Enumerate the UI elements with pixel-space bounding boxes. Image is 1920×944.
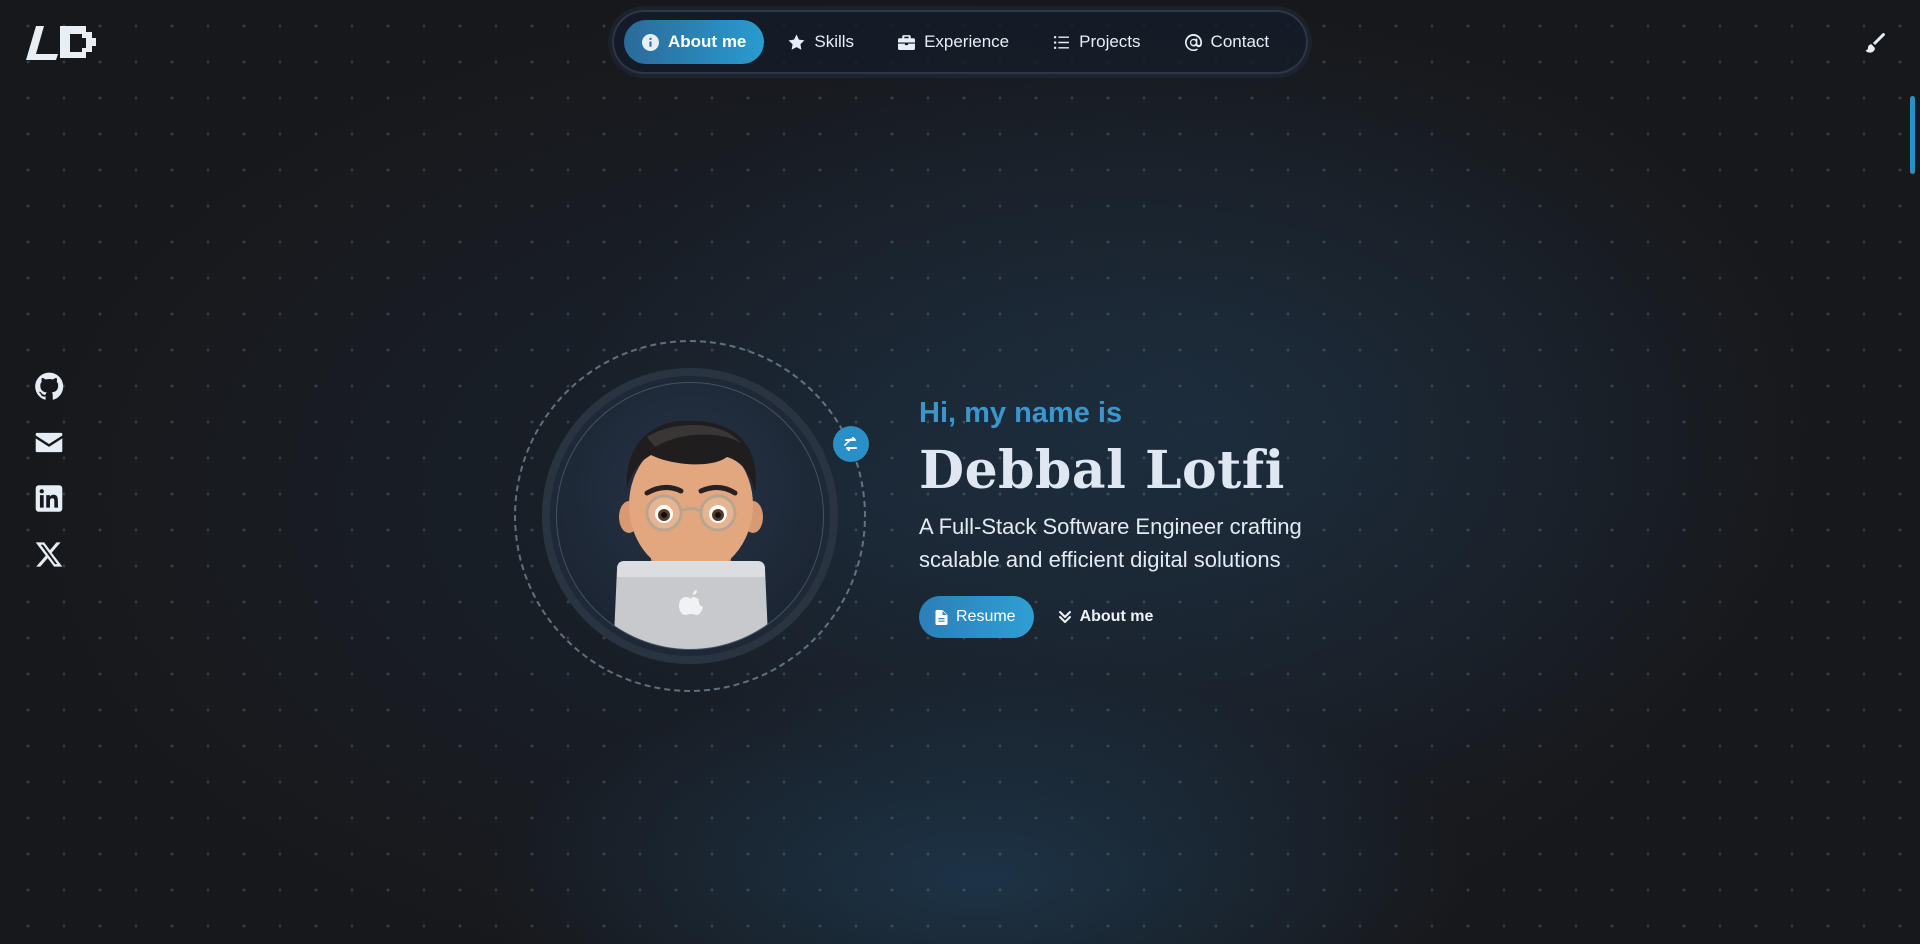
- hero-actions: Resume About me: [919, 596, 1399, 638]
- hero-tagline: A Full-Stack Software Engineer crafting …: [919, 514, 1302, 572]
- avatar-frame: [514, 340, 869, 692]
- nav-projects-label: Projects: [1079, 32, 1141, 51]
- at-sign-icon: [1184, 33, 1202, 51]
- x-twitter-icon: [35, 542, 63, 567]
- about-me-button[interactable]: About me: [1050, 596, 1162, 638]
- x-link[interactable]: [34, 540, 64, 569]
- star-icon: [788, 34, 805, 50]
- resume-button-label: Resume: [956, 608, 1016, 625]
- about-me-button-label: About me: [1079, 608, 1154, 625]
- theme-toggle-button[interactable]: [1864, 32, 1886, 54]
- avatar: [556, 382, 824, 650]
- file-icon: [935, 609, 948, 625]
- github-link[interactable]: [34, 372, 64, 401]
- briefcase-icon: [898, 34, 916, 50]
- nav-experience[interactable]: Experience: [878, 20, 1029, 64]
- email-link[interactable]: [34, 428, 64, 457]
- github-icon: [35, 372, 64, 400]
- nav-about-me-label: About me: [668, 32, 747, 51]
- nav-contact-label: Contact: [1210, 32, 1270, 51]
- nav-about-me[interactable]: About me: [624, 20, 765, 64]
- main-nav: About me Skills Experience Projects Cont…: [612, 10, 1308, 74]
- avatar-ring: [542, 368, 838, 664]
- nav-skills[interactable]: Skills: [768, 20, 874, 64]
- hero-name: Debbal Lotfi: [919, 440, 1285, 501]
- nav-skills-label: Skills: [814, 32, 855, 51]
- chevrons-down-icon: [1058, 611, 1071, 623]
- linkedin-link[interactable]: [34, 484, 64, 513]
- info-circle-icon: [642, 33, 659, 51]
- memoji-avatar-image: [613, 420, 769, 649]
- site-logo[interactable]: [26, 22, 98, 62]
- linkedin-icon: [35, 485, 63, 512]
- scrollbar-thumb[interactable]: [1910, 96, 1915, 174]
- hero-section: Hi, my name is Debbal Lotfi A Full-Stack…: [919, 390, 1399, 638]
- paintbrush-icon: [1865, 33, 1885, 53]
- nav-contact[interactable]: Contact: [1165, 20, 1290, 64]
- ld-logo-icon: [26, 26, 96, 60]
- resume-button[interactable]: Resume: [919, 596, 1034, 638]
- swap-icon: [844, 437, 857, 451]
- envelope-icon: [35, 432, 63, 453]
- nav-projects[interactable]: Projects: [1033, 20, 1160, 64]
- swap-avatar-button[interactable]: [833, 426, 869, 462]
- list-icon: [1054, 35, 1070, 49]
- nav-experience-label: Experience: [924, 32, 1010, 51]
- social-links: [34, 372, 64, 569]
- hero-greeting: Hi, my name is: [919, 397, 1123, 429]
